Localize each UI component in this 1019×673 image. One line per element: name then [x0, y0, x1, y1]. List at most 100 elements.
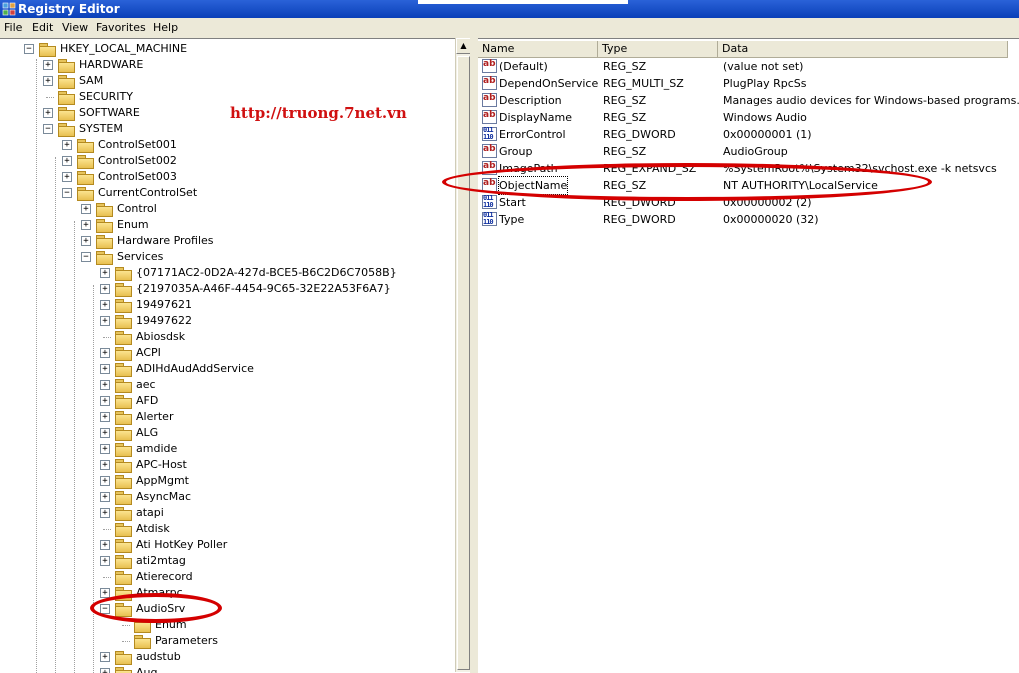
value-row[interactable]: ab DisplayName REG_SZ Windows Audio [478, 109, 1019, 126]
tree-node[interactable]: Parameters [0, 633, 455, 649]
tree-node[interactable]: + Enum [0, 217, 455, 233]
tree-node[interactable]: Atierecord [0, 569, 455, 585]
tree-node[interactable]: + AFD [0, 393, 455, 409]
column-header-type[interactable]: Type [598, 41, 718, 58]
expand-icon[interactable]: + [81, 220, 91, 230]
folder-icon [58, 59, 75, 73]
value-type: REG_SZ [603, 60, 647, 73]
tree-node[interactable]: + ALG [0, 425, 455, 441]
column-header-name[interactable]: Name [478, 41, 598, 58]
expand-icon[interactable]: + [81, 204, 91, 214]
expand-icon[interactable]: + [100, 428, 110, 438]
tree-node[interactable]: − SYSTEM [0, 121, 455, 137]
expand-icon[interactable]: + [100, 508, 110, 518]
value-row[interactable]: ab Group REG_SZ AudioGroup [478, 143, 1019, 160]
expand-icon[interactable]: + [100, 492, 110, 502]
tree-node[interactable]: +19497622 [0, 313, 455, 329]
tree-node[interactable]: Atdisk [0, 521, 455, 537]
expand-icon[interactable]: + [100, 316, 110, 326]
expand-icon[interactable]: + [100, 460, 110, 470]
expand-icon[interactable]: + [100, 364, 110, 374]
tree-node-label: ControlSet001 [98, 138, 177, 151]
expand-icon[interactable]: + [100, 444, 110, 454]
tree-scrollbar[interactable]: ▲ [455, 38, 471, 672]
tree-node[interactable]: +19497621 [0, 297, 455, 313]
expand-icon[interactable]: + [100, 284, 110, 294]
scroll-thumb[interactable] [457, 56, 470, 670]
value-row[interactable]: 011 110 Type REG_DWORD 0x00000020 (32) [478, 211, 1019, 228]
value-row[interactable]: ab Description REG_SZ Manages audio devices… [478, 92, 1019, 109]
tree-node[interactable]: + Control [0, 201, 455, 217]
tree-connector [122, 625, 130, 626]
tree-node-label: 19497621 [136, 298, 192, 311]
tree-node[interactable]: + {07171AC2-0D2A-427d-BCE5-B6C2D6C7058B} [0, 265, 455, 281]
expand-icon[interactable]: + [100, 476, 110, 486]
collapse-icon[interactable]: − [24, 44, 34, 54]
expand-icon[interactable]: + [100, 300, 110, 310]
menu-help[interactable]: Help [153, 21, 178, 35]
collapse-icon[interactable]: − [62, 188, 72, 198]
expand-icon[interactable]: + [100, 556, 110, 566]
tree-node[interactable]: + Hardware Profiles [0, 233, 455, 249]
expand-icon[interactable]: + [43, 76, 53, 86]
collapse-icon[interactable]: − [81, 252, 91, 262]
expand-icon[interactable]: + [43, 108, 53, 118]
pane-splitter[interactable] [470, 38, 478, 672]
tree-node[interactable]: + Ati HotKey Poller [0, 537, 455, 553]
tree-node[interactable]: + ati2mtag [0, 553, 455, 569]
menu-favorites[interactable]: Favorites [96, 21, 146, 35]
tree-node[interactable]: − CurrentControlSet [0, 185, 455, 201]
tree-node[interactable]: Abiosdsk [0, 329, 455, 345]
tree-node[interactable]: + aec [0, 377, 455, 393]
expand-icon[interactable]: + [62, 172, 72, 182]
tree-node[interactable]: + ControlSet003 [0, 169, 455, 185]
value-row[interactable]: 011 110 ErrorControl REG_DWORD 0x00000001 (1… [478, 126, 1019, 143]
value-row[interactable]: ab (Default) REG_SZ (value not set) [478, 58, 1019, 75]
expand-icon[interactable]: + [100, 540, 110, 550]
tree-node[interactable]: − Services [0, 249, 455, 265]
tree-node[interactable]: + Atmarpc [0, 585, 455, 601]
tree-node[interactable]: SECURITY [0, 89, 455, 105]
tree-node[interactable]: + APC-Host [0, 457, 455, 473]
collapse-icon[interactable]: − [43, 124, 53, 134]
menu-file[interactable]: File [4, 21, 22, 35]
tree-node[interactable]: + AppMgmt [0, 473, 455, 489]
tree-node[interactable]: Enum [0, 617, 455, 633]
tree-connector [103, 529, 111, 530]
tree-node[interactable]: + ACPI [0, 345, 455, 361]
folder-icon [115, 347, 132, 361]
value-row[interactable]: ab DependOnService REG_MULTI_SZ PlugPlay Rp… [478, 75, 1019, 92]
expand-icon[interactable]: + [100, 668, 110, 673]
tree-node[interactable]: + Alerter [0, 409, 455, 425]
menu-view[interactable]: View [62, 21, 88, 35]
expand-icon[interactable]: + [81, 236, 91, 246]
registry-key-tree[interactable]: − HKEY_LOCAL_MACHINE + HARDWARE + SAM SECURITY… [0, 38, 470, 673]
expand-icon[interactable]: + [100, 652, 110, 662]
tree-node[interactable]: + audstub [0, 649, 455, 665]
tree-node[interactable]: − AudioSrv [0, 601, 455, 617]
tree-node-label: ControlSet003 [98, 170, 177, 183]
tree-node[interactable]: + ControlSet001 [0, 137, 455, 153]
column-header-data[interactable]: Data [718, 41, 1008, 58]
tree-node[interactable]: + ADIHdAudAddService [0, 361, 455, 377]
tree-node[interactable]: + HARDWARE [0, 57, 455, 73]
expand-icon[interactable]: + [43, 60, 53, 70]
tree-node[interactable]: + atapi [0, 505, 455, 521]
expand-icon[interactable]: + [100, 348, 110, 358]
tree-node[interactable]: + AsyncMac [0, 489, 455, 505]
registry-values-list[interactable]: Name Type Data ab (Default) REG_SZ (value n… [478, 38, 1019, 673]
expand-icon[interactable]: + [100, 268, 110, 278]
tree-node[interactable]: − HKEY_LOCAL_MACHINE [0, 41, 455, 57]
tree-node[interactable]: + {2197035A-A46F-4454-9C65-32E22A53F6A7} [0, 281, 455, 297]
tree-node[interactable]: + ControlSet002 [0, 153, 455, 169]
expand-icon[interactable]: + [100, 380, 110, 390]
expand-icon[interactable]: + [62, 156, 72, 166]
title-bar[interactable]: Registry Editor [0, 0, 1019, 18]
tree-node[interactable]: + SAM [0, 73, 455, 89]
expand-icon[interactable]: + [62, 140, 72, 150]
scroll-up-button[interactable]: ▲ [456, 38, 471, 54]
expand-icon[interactable]: + [100, 396, 110, 406]
expand-icon[interactable]: + [100, 412, 110, 422]
tree-node[interactable]: + amdide [0, 441, 455, 457]
menu-edit[interactable]: Edit [32, 21, 53, 35]
